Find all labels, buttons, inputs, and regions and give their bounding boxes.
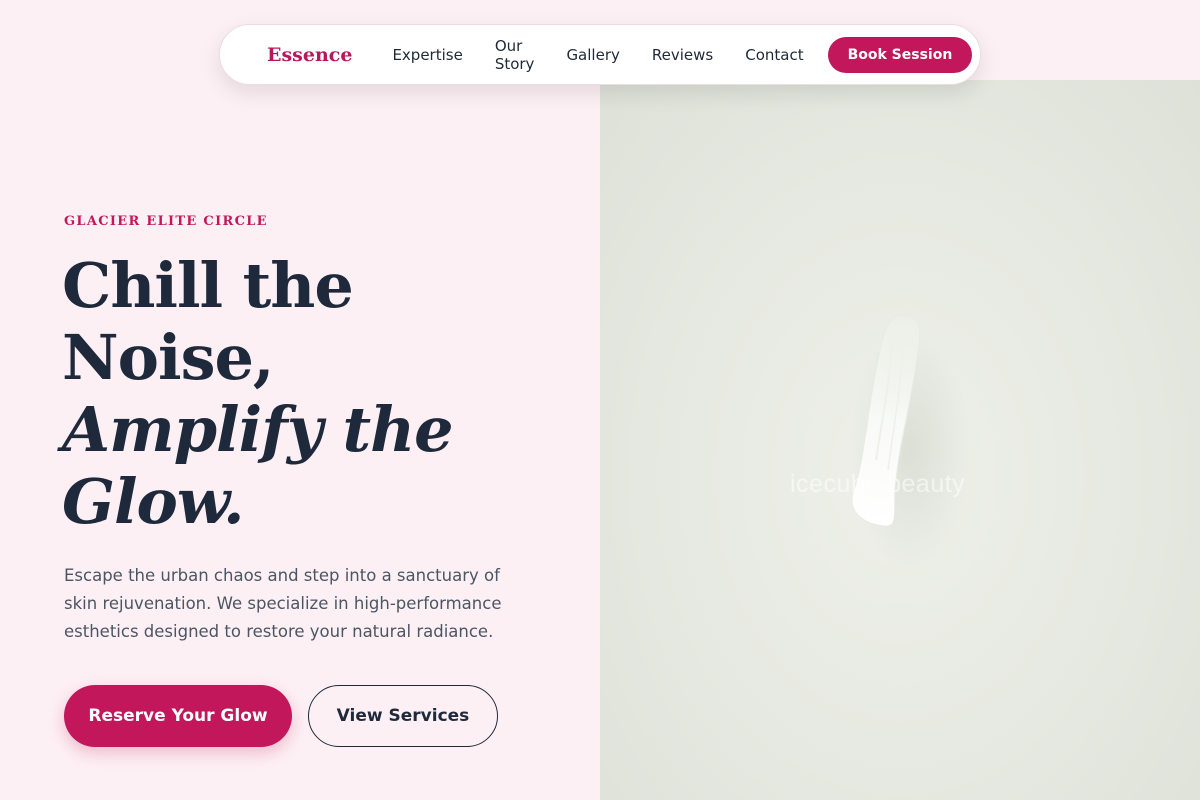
hero-eyebrow: GLACIER ELITE CIRCLE	[64, 214, 268, 229]
headline-line-1: Chill the	[62, 249, 354, 322]
landing-page: icecube beauty Essence Expertise Our Sto…	[0, 0, 1200, 800]
nav-link-contact[interactable]: Contact	[745, 46, 803, 64]
headline-line-4: Glow.	[62, 465, 245, 538]
hero-headline: Chill the Noise, Amplify the Glow.	[62, 250, 582, 538]
nav-link-gallery[interactable]: Gallery	[566, 46, 619, 64]
headline-line-3: Amplify the	[62, 393, 454, 466]
hero-description: Escape the urban chaos and step into a s…	[64, 566, 502, 641]
nav-links: Expertise Our Story Gallery Reviews Cont…	[392, 37, 827, 73]
headline-line-2: Noise,	[62, 321, 275, 394]
view-services-button[interactable]: View Services	[308, 685, 498, 747]
image-watermark: icecube beauty	[790, 470, 966, 498]
nav-link-our-story[interactable]: Our Story	[495, 37, 535, 73]
cream-swatch-graphic	[850, 314, 970, 570]
book-session-button[interactable]: Book Session	[827, 36, 973, 73]
nav-link-expertise[interactable]: Expertise	[392, 46, 462, 64]
nav-link-reviews[interactable]: Reviews	[652, 46, 713, 64]
brand-logo[interactable]: Essence	[267, 44, 352, 66]
hero-image: icecube beauty	[600, 80, 1200, 800]
reserve-your-glow-button[interactable]: Reserve Your Glow	[64, 685, 292, 747]
top-navigation: Essence Expertise Our Story Gallery Revi…	[219, 24, 981, 85]
